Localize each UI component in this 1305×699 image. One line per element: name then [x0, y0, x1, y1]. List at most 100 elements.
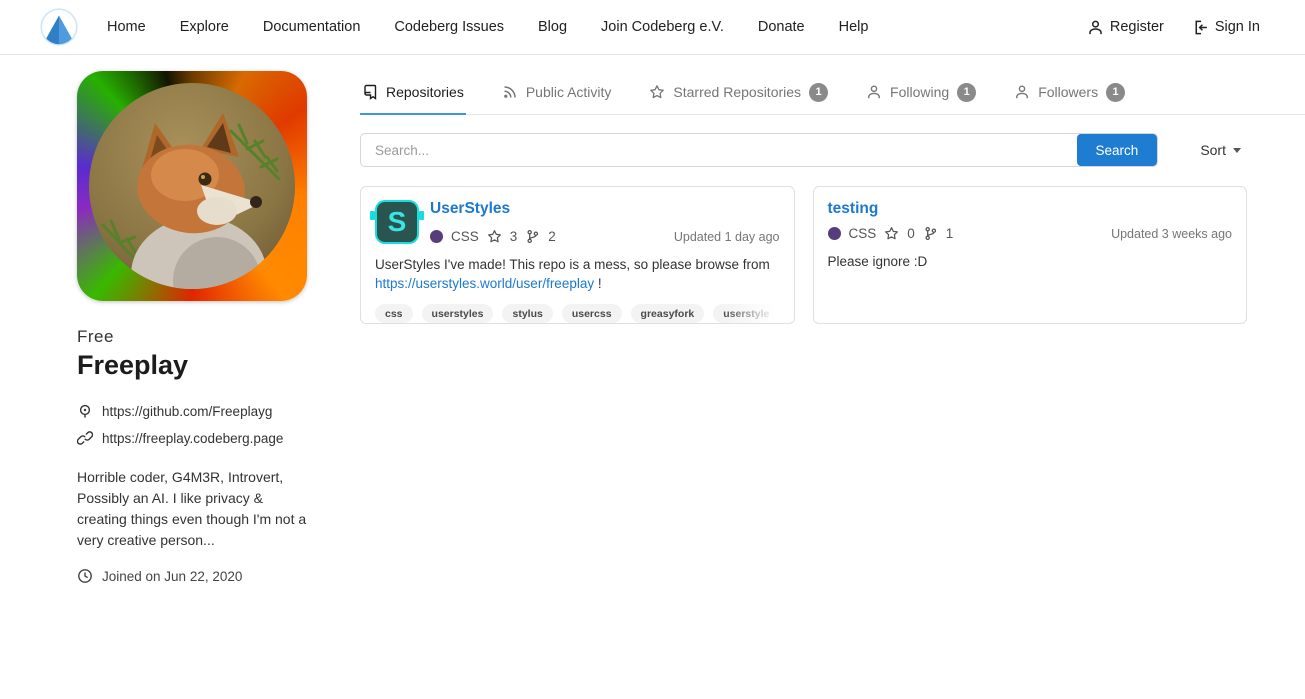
repo-fork-count: 1: [946, 226, 954, 241]
sort-label: Sort: [1200, 142, 1226, 158]
repo-avatar-letter: S: [388, 208, 407, 236]
profile-sidebar: Free Freeplay https://github.com/Freepla…: [77, 71, 307, 584]
sign-in-label: Sign In: [1215, 19, 1260, 35]
repo-meta-row: CSS 0 1: [828, 226, 954, 241]
person-icon: [866, 84, 882, 100]
tab-following-label: Following: [890, 84, 949, 100]
tab-starred-label: Starred Repositories: [673, 84, 801, 100]
repo-star-count: 3: [510, 229, 518, 244]
nav-item-donate[interactable]: Donate: [741, 19, 822, 35]
profile-username: Freeplay: [77, 350, 307, 381]
repo-description-suffix: !: [594, 276, 602, 291]
repo-link-testing[interactable]: testing: [828, 200, 954, 218]
repo-title-block: testing CSS 0 1: [828, 200, 954, 241]
search-button[interactable]: Search: [1077, 134, 1158, 166]
repo-card-userstyles: S UserStyles CSS 3: [360, 186, 795, 324]
repo-description-text: UserStyles I've made! This repo is a mes…: [375, 257, 770, 272]
profile-website-row: https://freeplay.codeberg.page: [77, 430, 307, 446]
nav-item-join-codeberg[interactable]: Join Codeberg e.V.: [584, 19, 741, 35]
profile-bio: Horrible coder, G4M3R, Introvert, Possib…: [77, 467, 307, 551]
tab-public-activity[interactable]: Public Activity: [500, 71, 614, 115]
topic-pill[interactable]: stylus: [502, 304, 552, 323]
nav-item-blog[interactable]: Blog: [521, 19, 584, 35]
location-icon: [77, 403, 93, 419]
tab-repositories[interactable]: Repositories: [360, 71, 466, 115]
sort-dropdown[interactable]: Sort: [1200, 142, 1241, 158]
profile-tab-bar: Repositories Public Activity Starred Rep…: [360, 71, 1305, 115]
nav-item-documentation[interactable]: Documentation: [246, 19, 378, 35]
repo-topics: css userstyles stylus usercss greasyfork…: [375, 304, 780, 323]
nav-auth-group: Register Sign In: [1087, 19, 1260, 36]
repo-description-link[interactable]: https://userstyles.world/user/freeplay: [375, 276, 594, 291]
nav-item-home[interactable]: Home: [90, 19, 163, 35]
nav-item-codeberg-issues[interactable]: Codeberg Issues: [377, 19, 521, 35]
register-label: Register: [1110, 19, 1164, 35]
fox-photo: [89, 83, 295, 289]
clock-icon: [77, 568, 93, 584]
link-icon: [77, 430, 93, 446]
tab-followers-label: Followers: [1038, 84, 1098, 100]
repo-star-count: 0: [907, 226, 915, 241]
topic-pill[interactable]: usercss: [562, 304, 622, 323]
starred-count-badge: 1: [809, 83, 828, 102]
person-icon: [1014, 84, 1030, 100]
fork-icon: [525, 229, 540, 244]
profile-location-row: https://github.com/Freeplayg: [77, 403, 307, 419]
repo-description: Please ignore :D: [828, 253, 1233, 272]
repo-card-header: testing CSS 0 1: [828, 200, 1233, 241]
repo-description-text: Please ignore :D: [828, 254, 928, 269]
codeberg-logo[interactable]: [40, 8, 78, 46]
repo-description: UserStyles I've made! This repo is a mes…: [375, 256, 780, 293]
tab-repositories-label: Repositories: [386, 84, 464, 100]
star-icon: [884, 226, 899, 241]
sign-in-icon: [1192, 19, 1209, 36]
topic-pill[interactable]: userstyle: [713, 304, 779, 323]
profile-location-text[interactable]: https://github.com/Freeplayg: [102, 404, 272, 419]
topic-pill[interactable]: greasyfork: [631, 304, 705, 323]
profile-page: Free Freeplay https://github.com/Freepla…: [0, 55, 1305, 584]
followers-count-badge: 1: [1106, 83, 1125, 102]
repo-icon: [362, 84, 378, 100]
profile-links: https://github.com/Freeplayg https://fre…: [77, 403, 307, 446]
repo-updated: Updated 1 day ago: [674, 230, 780, 244]
repo-language: CSS: [451, 229, 479, 244]
nav-item-help[interactable]: Help: [822, 19, 886, 35]
tab-following[interactable]: Following 1: [864, 71, 978, 115]
search-group: Search: [360, 133, 1158, 167]
profile-website-text[interactable]: https://freeplay.codeberg.page: [102, 431, 283, 446]
repo-fork-count: 2: [548, 229, 556, 244]
topic-pill[interactable]: css: [375, 304, 413, 323]
person-icon: [1087, 19, 1104, 36]
chevron-down-icon: [1233, 148, 1241, 153]
register-button[interactable]: Register: [1087, 19, 1164, 36]
sign-in-button[interactable]: Sign In: [1192, 19, 1260, 36]
repo-avatar-stylus: S: [375, 200, 419, 244]
tab-starred-repositories[interactable]: Starred Repositories 1: [647, 71, 830, 115]
repo-list: S UserStyles CSS 3: [360, 186, 1247, 324]
repo-search-row: Search Sort: [360, 133, 1247, 167]
search-input[interactable]: [361, 134, 1077, 166]
repo-language: CSS: [849, 226, 877, 241]
nav-item-explore[interactable]: Explore: [163, 19, 246, 35]
star-icon: [649, 84, 665, 100]
tab-followers[interactable]: Followers 1: [1012, 71, 1127, 115]
fork-icon: [923, 226, 938, 241]
tab-public-activity-label: Public Activity: [526, 84, 612, 100]
user-avatar: [77, 71, 307, 301]
repo-updated: Updated 3 weeks ago: [1111, 227, 1232, 241]
repo-card-header: S UserStyles CSS 3: [375, 200, 780, 244]
user-avatar-photo: [89, 83, 295, 289]
rss-icon: [502, 84, 518, 100]
profile-full-name: Free: [77, 327, 307, 347]
repo-link-userstyles[interactable]: UserStyles: [430, 200, 556, 218]
language-dot: [430, 230, 443, 243]
profile-joined-text: Joined on Jun 22, 2020: [102, 569, 242, 584]
top-nav: Home Explore Documentation Codeberg Issu…: [0, 0, 1305, 55]
codeberg-logo-icon: [40, 8, 78, 46]
following-count-badge: 1: [957, 83, 976, 102]
repo-title-block: UserStyles CSS 3 2: [430, 200, 556, 244]
star-icon: [487, 229, 502, 244]
repo-card-testing: testing CSS 0 1: [813, 186, 1248, 324]
profile-main: Repositories Public Activity Starred Rep…: [360, 71, 1247, 324]
topic-pill[interactable]: userstyles: [422, 304, 494, 323]
